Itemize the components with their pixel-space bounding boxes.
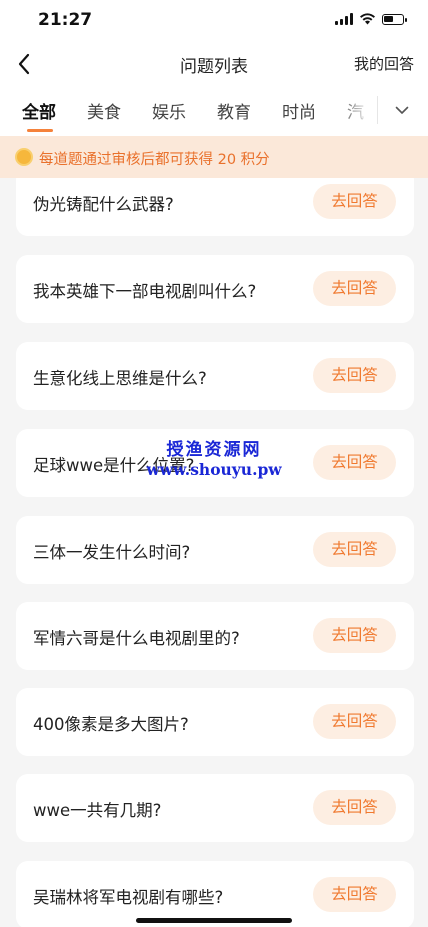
question-text: 足球wwe是什么位置? <box>33 456 195 475</box>
battery-icon <box>382 13 407 25</box>
answer-button[interactable]: 去回答 <box>313 704 396 739</box>
question-list: 伪光铸配什么武器? 去回答 我本英雄下一部电视剧叫什么? 去回答 生意化线上思维… <box>0 178 428 927</box>
notice-bar: 每道题通过审核后都可获得 20 积分 <box>0 136 428 178</box>
question-text: 生意化线上思维是什么? <box>33 369 207 388</box>
question-card[interactable]: 足球wwe是什么位置? 去回答 <box>16 429 414 497</box>
answer-button[interactable]: 去回答 <box>313 790 396 825</box>
home-indicator <box>136 918 292 923</box>
question-text: 我本英雄下一部电视剧叫什么? <box>33 282 257 301</box>
question-card[interactable]: 三体一发生什么时间? 去回答 <box>16 516 414 584</box>
tabs-fade <box>336 84 378 136</box>
question-card[interactable]: 400像素是多大图片? 去回答 <box>16 688 414 756</box>
question-text: 400像素是多大图片? <box>33 715 189 734</box>
coin-icon <box>15 148 33 166</box>
tab-food[interactable]: 美食 <box>87 98 121 123</box>
notice-text: 每道题通过审核后都可获得 20 积分 <box>39 152 270 168</box>
answer-button[interactable]: 去回答 <box>313 184 396 219</box>
tab-fashion[interactable]: 时尚 <box>282 98 316 123</box>
active-tab-indicator <box>27 129 53 132</box>
tab-entertainment[interactable]: 娱乐 <box>152 98 186 123</box>
question-card[interactable]: 军情六哥是什么电视剧里的? 去回答 <box>16 602 414 670</box>
wifi-icon <box>360 13 375 25</box>
question-card[interactable]: 生意化线上思维是什么? 去回答 <box>16 342 414 410</box>
answer-button[interactable]: 去回答 <box>313 532 396 567</box>
nav-bar: 问题列表 我的回答 <box>0 44 428 84</box>
tab-all[interactable]: 全部 <box>22 98 56 123</box>
question-card[interactable]: 我本英雄下一部电视剧叫什么? 去回答 <box>16 255 414 323</box>
question-text: 吴瑞林将军电视剧有哪些? <box>33 888 224 907</box>
question-card[interactable]: wwe一共有几期? 去回答 <box>16 774 414 842</box>
answer-button[interactable]: 去回答 <box>313 358 396 393</box>
question-text: 伪光铸配什么武器? <box>33 195 174 214</box>
status-bar: 21:27 <box>0 0 428 44</box>
my-answers-link[interactable]: 我的回答 <box>354 53 414 74</box>
answer-button[interactable]: 去回答 <box>313 618 396 653</box>
question-card[interactable]: 伪光铸配什么武器? 去回答 <box>16 178 414 236</box>
chevron-down-icon[interactable] <box>388 97 416 123</box>
question-text: 三体一发生什么时间? <box>33 543 191 562</box>
status-time: 21:27 <box>38 10 93 30</box>
tabs-divider <box>377 96 378 124</box>
answer-button[interactable]: 去回答 <box>313 271 396 306</box>
tab-education[interactable]: 教育 <box>217 98 251 123</box>
answer-button[interactable]: 去回答 <box>313 877 396 912</box>
answer-button[interactable]: 去回答 <box>313 445 396 480</box>
status-icons <box>335 13 407 25</box>
signal-icon <box>335 13 353 25</box>
battery-level <box>384 15 393 22</box>
category-tabs: 全部 美食 娱乐 教育 时尚 汽 <box>0 84 428 136</box>
question-text: 军情六哥是什么电视剧里的? <box>33 629 240 648</box>
question-text: wwe一共有几期? <box>33 801 162 820</box>
